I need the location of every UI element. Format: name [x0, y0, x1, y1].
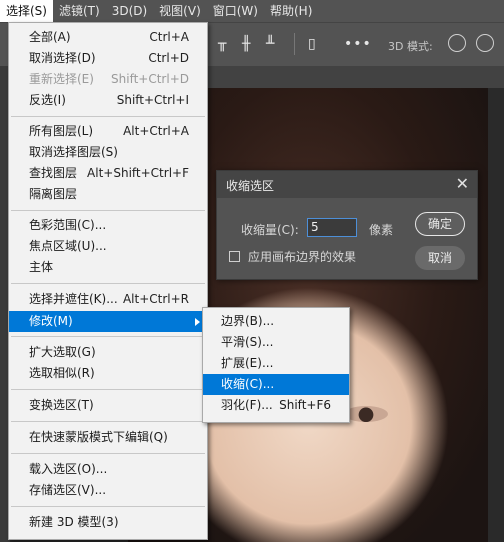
submenu-item-label: 平滑(S)...	[221, 335, 274, 349]
menu-item-subject[interactable]: 主体	[9, 257, 207, 278]
menu-item-label: 存储选区(V)...	[29, 483, 107, 497]
menu-item-label: 隔离图层	[29, 187, 78, 201]
menu-item-label: 焦点区域(U)...	[29, 239, 107, 253]
apply-canvas-bounds-checkbox[interactable]	[229, 251, 240, 262]
menu-view[interactable]: 视图(V)	[153, 0, 207, 22]
menu-item-label: 反选(I)	[29, 93, 66, 107]
contract-amount-input[interactable]: 5	[307, 218, 357, 237]
menu-item-save-selection[interactable]: 存储选区(V)...	[9, 480, 207, 501]
menu-separator	[11, 283, 205, 284]
apply-canvas-bounds-label: 应用画布边界的效果	[248, 250, 357, 264]
menu-separator	[11, 421, 205, 422]
menu-3d[interactable]: 3D(D)	[106, 0, 153, 22]
menu-item-label: 变换选区(T)	[29, 398, 94, 412]
submenu-item-shortcut: Shift+F6	[279, 398, 331, 412]
menu-item-inverse[interactable]: 反选(I) Shift+Ctrl+I	[9, 90, 207, 111]
menu-item-shortcut: Ctrl+D	[148, 51, 189, 65]
menu-item-label: 在快速蒙版模式下编辑(Q)	[29, 430, 168, 444]
3d-roll-icon[interactable]	[476, 34, 494, 52]
menu-bar: 选择(S) 滤镜(T) 3D(D) 视图(V) 窗口(W) 帮助(H)	[0, 0, 504, 22]
menu-separator	[11, 336, 205, 337]
menu-separator	[11, 453, 205, 454]
menu-item-shortcut: Alt+Shift+Ctrl+F	[87, 166, 189, 180]
menu-select[interactable]: 选择(S)	[0, 0, 53, 22]
submenu-item-label: 收缩(C)...	[221, 377, 275, 391]
submenu-item-contract[interactable]: 收缩(C)...	[203, 374, 349, 395]
distribute-icon[interactable]: ▯	[308, 36, 316, 52]
menu-item-shortcut: Shift+Ctrl+D	[111, 72, 189, 86]
menu-item-deselect-layers[interactable]: 取消选择图层(S)	[9, 142, 207, 163]
3d-orbit-icon[interactable]	[448, 34, 466, 52]
submenu-item-label: 羽化(F)...	[221, 398, 273, 412]
menu-item-label: 取消选择图层(S)	[29, 145, 118, 159]
3d-mode-label: 3D 模式:	[388, 40, 433, 53]
submenu-item-border[interactable]: 边界(B)...	[203, 311, 349, 332]
menu-separator	[11, 506, 205, 507]
dialog-title: 收缩选区	[226, 179, 275, 193]
menu-item-reselect: 重新选择(E) Shift+Ctrl+D	[9, 69, 207, 90]
menu-item-all-layers[interactable]: 所有图层(L) Alt+Ctrl+A	[9, 121, 207, 142]
align-top-icon[interactable]: ╥	[218, 36, 226, 52]
menu-item-label: 查找图层	[29, 166, 78, 180]
align-vcenter-icon[interactable]: ╫	[242, 36, 250, 52]
options-separator	[294, 33, 295, 55]
menu-item-modify[interactable]: 修改(M)	[9, 311, 207, 332]
align-bottom-icon[interactable]: ╨	[266, 36, 274, 52]
menu-item-shortcut: Alt+Ctrl+R	[122, 292, 189, 306]
menu-item-load-selection[interactable]: 载入选区(O)...	[9, 459, 207, 480]
submenu-item-smooth[interactable]: 平滑(S)...	[203, 332, 349, 353]
menu-separator	[11, 116, 205, 117]
menu-item-label: 重新选择(E)	[29, 72, 94, 86]
menu-item-deselect[interactable]: 取消选择(D) Ctrl+D	[9, 48, 207, 69]
photo-eye-right	[344, 406, 388, 422]
menu-item-isolate-layers[interactable]: 隔离图层	[9, 184, 207, 205]
select-menu-dropdown: 全部(A) Ctrl+A 取消选择(D) Ctrl+D 重新选择(E) Shif…	[8, 22, 208, 540]
menu-window[interactable]: 窗口(W)	[207, 0, 264, 22]
menu-item-label: 主体	[29, 260, 54, 274]
dialog-title-bar: 收缩选区 ✕	[217, 171, 477, 198]
menu-item-label: 选择并遮住(K)...	[29, 292, 118, 306]
submenu-arrow-icon	[195, 318, 200, 326]
menu-item-similar[interactable]: 选取相似(R)	[9, 363, 207, 384]
more-options-icon[interactable]: •••	[344, 36, 372, 52]
menu-item-transform-selection[interactable]: 变换选区(T)	[9, 395, 207, 416]
menu-item-color-range[interactable]: 色彩范围(C)...	[9, 215, 207, 236]
submenu-item-label: 扩展(E)...	[221, 356, 274, 370]
close-icon[interactable]: ✕	[456, 175, 469, 193]
menu-item-shortcut: Alt+Ctrl+A	[123, 124, 189, 138]
contract-amount-label: 收缩量(C):	[241, 223, 299, 237]
cancel-button[interactable]: 取消	[415, 246, 465, 270]
menu-item-label: 选取相似(R)	[29, 366, 95, 380]
menu-separator	[11, 210, 205, 211]
menu-item-label: 新建 3D 模型(3)	[29, 515, 119, 529]
menu-item-label: 取消选择(D)	[29, 51, 96, 65]
menu-item-new-3d-model[interactable]: 新建 3D 模型(3)	[9, 512, 207, 533]
menu-item-label: 全部(A)	[29, 30, 71, 44]
submenu-item-label: 边界(B)...	[221, 314, 275, 328]
submenu-item-expand[interactable]: 扩展(E)...	[203, 353, 349, 374]
contract-selection-dialog: 收缩选区 ✕ 收缩量(C): 5 像素 应用画布边界的效果 确定 取消	[216, 170, 478, 280]
unit-label: 像素	[369, 223, 394, 237]
menu-filter[interactable]: 滤镜(T)	[53, 0, 106, 22]
menu-item-find-layers[interactable]: 查找图层 Alt+Shift+Ctrl+F	[9, 163, 207, 184]
menu-item-quick-mask[interactable]: 在快速蒙版模式下编辑(Q)	[9, 427, 207, 448]
menu-item-select-all[interactable]: 全部(A) Ctrl+A	[9, 27, 207, 48]
menu-item-select-and-mask[interactable]: 选择并遮住(K)... Alt+Ctrl+R	[9, 289, 207, 310]
menu-separator	[11, 389, 205, 390]
menu-item-label: 扩大选取(G)	[29, 345, 96, 359]
menu-item-shortcut: Shift+Ctrl+I	[116, 93, 189, 107]
menu-item-label: 所有图层(L)	[29, 124, 94, 138]
menu-item-label: 载入选区(O)...	[29, 462, 108, 476]
ok-button[interactable]: 确定	[415, 212, 465, 236]
menu-item-shortcut: Ctrl+A	[149, 30, 189, 44]
menu-help[interactable]: 帮助(H)	[264, 0, 318, 22]
submenu-item-feather[interactable]: 羽化(F)... Shift+F6	[203, 395, 349, 416]
menu-item-grow[interactable]: 扩大选取(G)	[9, 342, 207, 363]
menu-item-label: 色彩范围(C)...	[29, 218, 107, 232]
modify-submenu: 边界(B)... 平滑(S)... 扩展(E)... 收缩(C)... 羽化(F…	[202, 307, 350, 423]
menu-item-label: 修改(M)	[29, 314, 73, 328]
menu-item-focus-area[interactable]: 焦点区域(U)...	[9, 236, 207, 257]
